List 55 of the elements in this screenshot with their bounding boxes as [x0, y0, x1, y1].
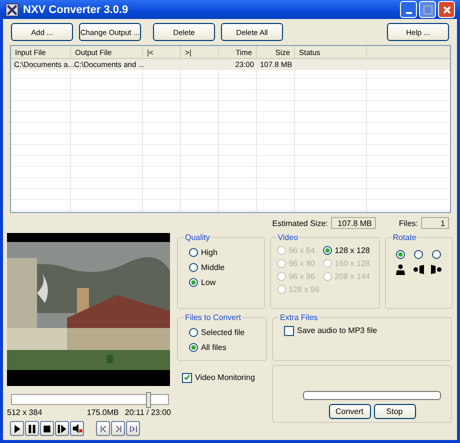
mark-range-button[interactable] — [126, 421, 140, 436]
stop-button[interactable] — [40, 421, 54, 436]
estimated-size-field: 107.8 MB — [330, 217, 376, 229]
play-icon — [12, 424, 22, 434]
action-button[interactable]: Convert — [328, 404, 370, 419]
checkbox-option[interactable]: Video Monitoring — [177, 371, 267, 384]
minimize-button[interactable] — [400, 1, 417, 18]
radio-button[interactable] — [396, 250, 406, 259]
radio-button[interactable] — [414, 250, 424, 259]
radio-option[interactable]: Selected file — [184, 326, 260, 339]
radio-option[interactable]: 128 x 128 — [322, 244, 373, 257]
mark-range-icon — [128, 424, 138, 434]
person-rotated-right-icon — [431, 264, 442, 275]
check-icon — [183, 373, 191, 382]
seek-slider[interactable] — [11, 394, 169, 405]
close-icon — [442, 4, 452, 14]
mute-icon — [72, 423, 82, 434]
person-rotated-left-icon — [413, 264, 424, 275]
window-title: NXV Converter 3.0.9 — [23, 4, 130, 16]
maximize-button[interactable] — [419, 1, 436, 18]
time-text: 20:11 / 23:00 — [124, 408, 171, 417]
group-title: Files to Convert — [184, 313, 242, 322]
person-icon — [395, 264, 406, 275]
radio-option[interactable]: Low — [184, 276, 258, 289]
group-title: Rotate — [392, 233, 418, 242]
radio-option[interactable]: High — [184, 246, 258, 259]
checkbox-option[interactable]: Save audio to MP3 file — [279, 324, 445, 337]
app-icon — [5, 2, 19, 16]
close-button[interactable] — [438, 1, 455, 18]
mute-button[interactable] — [70, 421, 84, 436]
group-title: Quality — [184, 233, 211, 242]
mark-out-button[interactable] — [111, 421, 125, 436]
pause-icon — [27, 424, 37, 434]
action-button[interactable]: Stop — [374, 404, 416, 419]
seek-thumb[interactable] — [146, 392, 151, 408]
group-title: Extra Files — [279, 313, 319, 322]
stop-icon — [42, 424, 52, 434]
files-count-field: 1 — [421, 217, 449, 229]
mark-in-button[interactable] — [96, 421, 110, 436]
file-size-text: 175.0MB — [86, 408, 119, 417]
estimated-size-label: Estimated Size: — [272, 218, 328, 228]
next-frame-icon — [57, 424, 67, 434]
resolution-text: 512 x 384 — [7, 408, 42, 417]
pause-button[interactable] — [25, 421, 39, 436]
next-frame-button[interactable] — [55, 421, 69, 436]
radio-button[interactable] — [432, 250, 442, 259]
maximize-icon — [422, 4, 432, 14]
play-button[interactable] — [10, 421, 24, 436]
files-label: Files: — [398, 218, 418, 228]
minimize-icon — [406, 12, 412, 14]
radio-option[interactable]: Middle — [184, 261, 258, 274]
radio-option[interactable]: All files — [184, 341, 260, 354]
mark-out-icon — [114, 424, 122, 434]
group-title: Video — [276, 233, 300, 242]
mark-in-icon — [98, 424, 108, 434]
